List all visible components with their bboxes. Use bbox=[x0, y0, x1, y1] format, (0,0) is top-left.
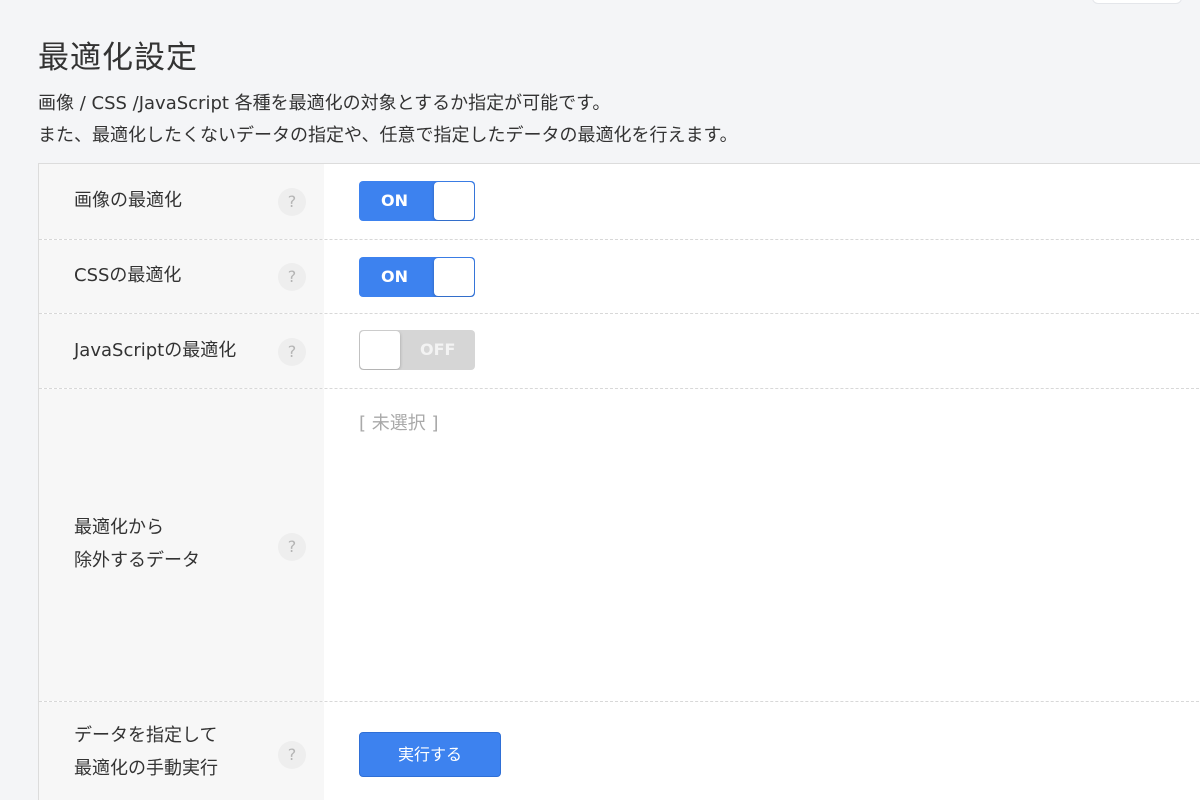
setting-row-css: CSSの最適化 ? ON bbox=[39, 240, 1200, 314]
setting-label-cell: データを指定して 最適化の手動実行 ? bbox=[39, 702, 324, 800]
setting-label-exclude-line-1: 最適化から bbox=[74, 517, 164, 538]
setting-value-cell: 実行する bbox=[324, 702, 1200, 800]
setting-value-cell: ON bbox=[324, 240, 1200, 313]
image-optimization-toggle[interactable]: ON bbox=[359, 181, 475, 221]
setting-label-manual-line-1: データを指定して bbox=[74, 725, 218, 746]
toggle-knob bbox=[434, 258, 474, 296]
help-icon[interactable]: ? bbox=[278, 338, 306, 366]
javascript-optimization-toggle[interactable]: OFF bbox=[359, 330, 475, 370]
help-icon[interactable]: ? bbox=[278, 533, 306, 561]
setting-label-image: 画像の最適化 bbox=[74, 190, 182, 211]
css-optimization-toggle[interactable]: ON bbox=[359, 257, 475, 297]
setting-label-javascript: JavaScriptの最適化 bbox=[74, 340, 237, 361]
setting-label-cell: 最適化から 除外するデータ ? bbox=[39, 389, 324, 701]
setting-row-javascript: JavaScriptの最適化 ? OFF bbox=[39, 314, 1200, 389]
help-icon[interactable]: ? bbox=[278, 188, 306, 216]
toggle-state-label: ON bbox=[381, 267, 408, 286]
exclude-data-value: [ 未選択 ] bbox=[359, 413, 439, 434]
page-description-line-1: 画像 / CSS /JavaScript 各種を最適化の対象とするか指定が可能で… bbox=[38, 93, 611, 114]
setting-row-image: 画像の最適化 ? ON bbox=[39, 164, 1200, 240]
toggle-state-label: OFF bbox=[420, 340, 456, 359]
setting-row-exclude: 最適化から 除外するデータ ? [ 未選択 ] bbox=[39, 389, 1200, 702]
setting-row-manual: データを指定して 最適化の手動実行 ? 実行する bbox=[39, 702, 1200, 800]
help-icon[interactable]: ? bbox=[278, 263, 306, 291]
toggle-knob bbox=[360, 331, 400, 369]
toggle-state-label: ON bbox=[381, 191, 408, 210]
setting-value-cell: OFF bbox=[324, 314, 1200, 388]
toggle-knob bbox=[434, 182, 474, 220]
settings-page: 最適化設定 画像 / CSS /JavaScript 各種を最適化の対象とするか… bbox=[0, 0, 1200, 800]
settings-table: 画像の最適化 ? ON CSSの最適化 ? ON JavaScriptの最適化 … bbox=[38, 163, 1200, 800]
page-description-line-2: また、最適化したくないデータの指定や、任意で指定したデータの最適化を行えます。 bbox=[38, 125, 738, 146]
help-icon[interactable]: ? bbox=[278, 741, 306, 769]
setting-label-cell: CSSの最適化 ? bbox=[39, 240, 324, 313]
setting-label-cell: JavaScriptの最適化 ? bbox=[39, 314, 324, 388]
setting-label-manual-line-2: 最適化の手動実行 bbox=[74, 758, 218, 779]
setting-value-cell: ON bbox=[324, 164, 1200, 239]
exclude-data-area[interactable]: [ 未選択 ] bbox=[324, 389, 1200, 701]
run-button[interactable]: 実行する bbox=[359, 732, 501, 777]
top-bar-fragment bbox=[1092, 0, 1182, 4]
setting-label-exclude-line-2: 除外するデータ bbox=[74, 550, 200, 571]
setting-label-cell: 画像の最適化 ? bbox=[39, 164, 324, 239]
setting-label-css: CSSの最適化 bbox=[74, 265, 182, 286]
page-title: 最適化設定 bbox=[38, 40, 198, 76]
